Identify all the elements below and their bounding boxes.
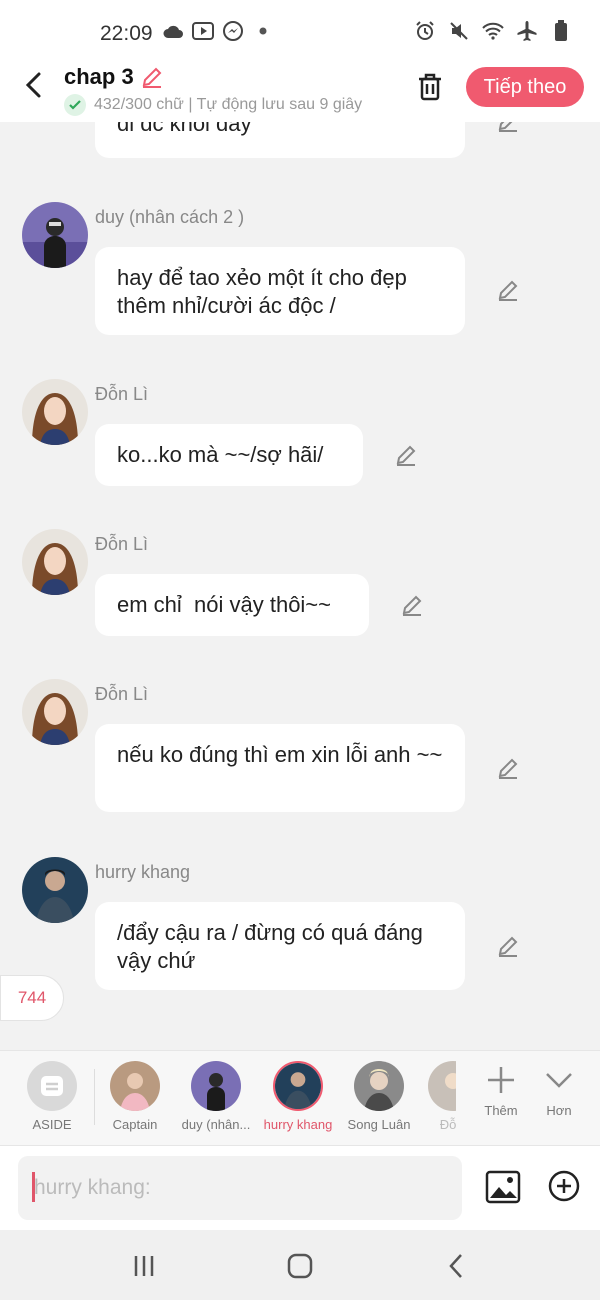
pencil-icon bbox=[142, 67, 162, 88]
sender-name: Đỗn Lì bbox=[95, 384, 149, 404]
hurry-khang-avatar bbox=[273, 1061, 323, 1111]
avatar-don-li-image bbox=[22, 679, 88, 745]
expand-label: Hơn bbox=[546, 1103, 572, 1118]
message-text: hay để tao xẻo một ít cho đẹp thêm nhỉ/c… bbox=[117, 265, 407, 318]
character-song-luan[interactable]: Song Luân bbox=[339, 1061, 419, 1132]
avatar-don-li-image bbox=[22, 379, 88, 445]
avatar[interactable] bbox=[22, 857, 88, 923]
message-bubble[interactable]: đi đc khối đấy bbox=[95, 122, 465, 158]
edit-icon[interactable] bbox=[495, 277, 521, 303]
add-label: Thêm bbox=[484, 1103, 518, 1118]
character-hurry-khang[interactable]: hurry khang bbox=[258, 1061, 338, 1132]
chapter-title: chap 3 bbox=[64, 64, 134, 89]
chevron-left-icon bbox=[25, 72, 41, 98]
battery-icon bbox=[550, 20, 572, 42]
sender-name: Đỗn Lì bbox=[95, 534, 149, 554]
chat-area[interactable]: đi đc khối đấy duy (nhân cách 2 ) hay để… bbox=[0, 122, 600, 1050]
do-avatar bbox=[428, 1061, 456, 1111]
avatar[interactable] bbox=[22, 529, 88, 595]
recents-icon bbox=[134, 1256, 154, 1276]
text-caret bbox=[32, 1172, 35, 1202]
notification-icons bbox=[162, 20, 274, 42]
image-icon bbox=[485, 1170, 521, 1204]
avatar-duy-image bbox=[22, 202, 88, 268]
message-text: ko...ko mà ~~/sợ hãi/ bbox=[117, 442, 324, 467]
avatar[interactable] bbox=[22, 379, 88, 445]
message-input[interactable] bbox=[18, 1156, 462, 1220]
back-nav-button[interactable] bbox=[436, 1250, 476, 1282]
duy-avatar bbox=[191, 1061, 241, 1111]
edit-icon[interactable] bbox=[495, 755, 521, 781]
status-time: 22:09 bbox=[100, 22, 153, 45]
character-aside[interactable]: ASIDE bbox=[12, 1061, 92, 1132]
delete-button[interactable] bbox=[414, 70, 446, 104]
add-character-button[interactable]: Thêm bbox=[476, 1065, 526, 1118]
edit-icon[interactable] bbox=[399, 592, 425, 618]
message-bubble[interactable]: hay để tao xẻo một ít cho đẹp thêm nhỉ/c… bbox=[95, 247, 465, 335]
home-button[interactable] bbox=[280, 1250, 320, 1282]
airplane-icon bbox=[516, 20, 538, 42]
back-button[interactable] bbox=[18, 68, 48, 102]
trash-icon bbox=[419, 73, 441, 101]
wifi-icon bbox=[482, 20, 504, 42]
avatar-don-li-image bbox=[22, 529, 88, 595]
cloud-icon bbox=[162, 20, 184, 42]
edit-icon[interactable] bbox=[393, 442, 419, 468]
message-text: /đẩy cậu ra / đừng có quá đáng vậy chứ bbox=[117, 920, 423, 973]
avatar[interactable] bbox=[22, 679, 88, 745]
check-icon bbox=[64, 94, 86, 116]
header: chap 3 432/300 chữ | Tự động lưu sau 9 g… bbox=[0, 56, 600, 122]
expand-button[interactable]: Hơn bbox=[534, 1065, 584, 1118]
back-icon bbox=[449, 1254, 462, 1278]
system-nav-bar bbox=[0, 1230, 600, 1300]
system-icons bbox=[414, 20, 572, 42]
message-counter[interactable]: 744 bbox=[0, 975, 64, 1021]
aside-icon bbox=[27, 1061, 77, 1111]
status-bar: 22:09 bbox=[0, 0, 600, 62]
mute-icon bbox=[448, 20, 470, 42]
avatar-hurry-khang-image bbox=[22, 857, 88, 923]
youtube-icon bbox=[192, 20, 214, 42]
character-label: duy (nhân... bbox=[181, 1117, 251, 1132]
chapter-title-row[interactable]: chap 3 bbox=[64, 64, 164, 90]
character-label: hurry khang bbox=[263, 1117, 333, 1132]
chevron-down-icon bbox=[546, 1073, 572, 1088]
plus-icon bbox=[488, 1067, 514, 1093]
character-label: Đỗ bbox=[439, 1117, 456, 1132]
character-bar: ASIDE Captain duy (nhân... hurry khang S… bbox=[0, 1050, 600, 1146]
word-count-autosave: 432/300 chữ | Tự động lưu sau 9 giây bbox=[94, 96, 363, 113]
message-bubble[interactable]: em chỉ nói vậy thôi~~ bbox=[95, 574, 369, 636]
sender-name: hurry khang bbox=[95, 862, 191, 882]
edit-icon[interactable] bbox=[495, 122, 521, 134]
home-icon bbox=[287, 1253, 313, 1279]
message-text: đi đc khối đấy bbox=[117, 122, 252, 136]
message-text: nếu ko đúng thì em xin lỗi anh ~~ bbox=[117, 742, 443, 767]
message-bubble[interactable]: /đẩy cậu ra / đừng có quá đáng vậy chứ bbox=[95, 902, 465, 990]
alarm-icon bbox=[414, 20, 436, 42]
message-bubble[interactable]: nếu ko đúng thì em xin lỗi anh ~~ bbox=[95, 724, 465, 812]
image-button[interactable] bbox=[484, 1168, 522, 1206]
edit-icon[interactable] bbox=[495, 933, 521, 959]
character-captain[interactable]: Captain bbox=[95, 1061, 175, 1132]
character-duy[interactable]: duy (nhân... bbox=[176, 1061, 256, 1132]
character-label: Song Luân bbox=[347, 1117, 411, 1132]
recents-button[interactable] bbox=[124, 1250, 164, 1282]
save-status: 432/300 chữ | Tự động lưu sau 9 giây bbox=[64, 94, 362, 116]
add-button[interactable] bbox=[546, 1168, 582, 1204]
character-label: ASIDE bbox=[32, 1117, 72, 1132]
sender-name: duy (nhân cách 2 ) bbox=[95, 207, 245, 227]
character-do[interactable]: Đỗ bbox=[420, 1061, 456, 1132]
avatar[interactable] bbox=[22, 202, 88, 268]
messenger-icon bbox=[222, 20, 244, 42]
character-label: Captain bbox=[112, 1117, 158, 1132]
song-luan-avatar bbox=[354, 1061, 404, 1111]
captain-avatar bbox=[110, 1061, 160, 1111]
input-row bbox=[0, 1146, 600, 1230]
message-bubble[interactable]: ko...ko mà ~~/sợ hãi/ bbox=[95, 424, 363, 486]
next-button[interactable]: Tiếp theo bbox=[466, 67, 584, 107]
sender-name: Đỗn Lì bbox=[95, 684, 149, 704]
dot-icon bbox=[252, 20, 274, 42]
plus-circle-icon bbox=[548, 1170, 580, 1202]
message-text: em chỉ nói vậy thôi~~ bbox=[117, 592, 332, 617]
